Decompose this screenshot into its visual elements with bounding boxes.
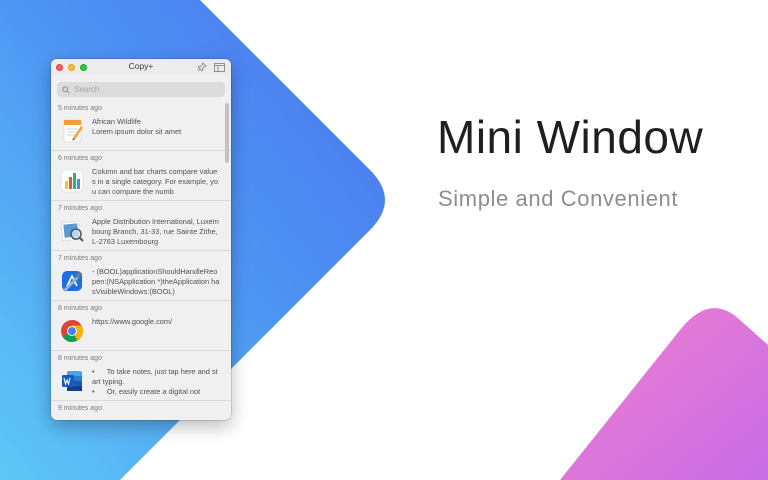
clipboard-list: 5 minutes ago African Wildlife Lorem ips… (51, 101, 231, 415)
numbers-icon (60, 169, 84, 193)
pin-icon[interactable] (197, 62, 207, 72)
clipboard-item[interactable]: 5 minutes ago African Wildlife Lorem ips… (51, 101, 231, 151)
layout-icon[interactable] (214, 62, 225, 72)
item-text: https://www.google.com/ (92, 317, 173, 326)
pink-diamond-shape (560, 308, 768, 480)
item-time: 7 minutes ago (58, 205, 102, 212)
item-text: Column and bar charts compare values in … (92, 167, 218, 196)
clipboard-item[interactable]: 6 minutes ago Column and bar charts comp… (51, 151, 231, 201)
item-text: - (BOOL)applicationShouldHandleReopen:(N… (92, 267, 220, 296)
pages-icon (63, 119, 83, 143)
item-text: Apple Distribution International, Luxemb… (92, 217, 220, 246)
scrollbar[interactable] (225, 103, 229, 163)
search-bar[interactable] (57, 82, 225, 97)
chrome-icon (61, 320, 83, 342)
search-icon (62, 85, 70, 94)
search-input[interactable] (74, 85, 214, 94)
xcode-icon (62, 271, 83, 292)
clipboard-item[interactable]: 7 minutes ago - (BOOL)applicationShouldH… (51, 251, 231, 301)
item-time: 5 minutes ago (58, 105, 102, 112)
copyplus-window: Copy+ 5 minutes ago (51, 59, 231, 420)
titlebar: Copy+ (51, 59, 231, 75)
item-time: 8 minutes ago (58, 305, 102, 312)
clipboard-item[interactable]: 7 minutes ago Apple Distribution Interna… (51, 201, 231, 251)
item-text: African Wildlife Lorem ipsum dolor sit a… (92, 117, 182, 136)
clipboard-item[interactable]: 8 minutes ago • To take notes, just tap … (51, 351, 231, 401)
word-icon (62, 371, 82, 391)
clipboard-item[interactable]: 9 minutes ago (51, 401, 231, 415)
item-time: 9 minutes ago (58, 405, 102, 412)
clipboard-item[interactable]: 8 minutes ago https://www.google.com/ (51, 301, 231, 351)
item-text: • To take notes, just tap here and start… (92, 367, 218, 396)
item-time: 7 minutes ago (58, 255, 102, 262)
subheadline: Simple and Convenient (438, 186, 679, 211)
item-time: 6 minutes ago (58, 155, 102, 162)
item-time: 8 minutes ago (58, 355, 102, 362)
headline: Mini Window (437, 111, 704, 163)
preview-icon (60, 220, 84, 242)
